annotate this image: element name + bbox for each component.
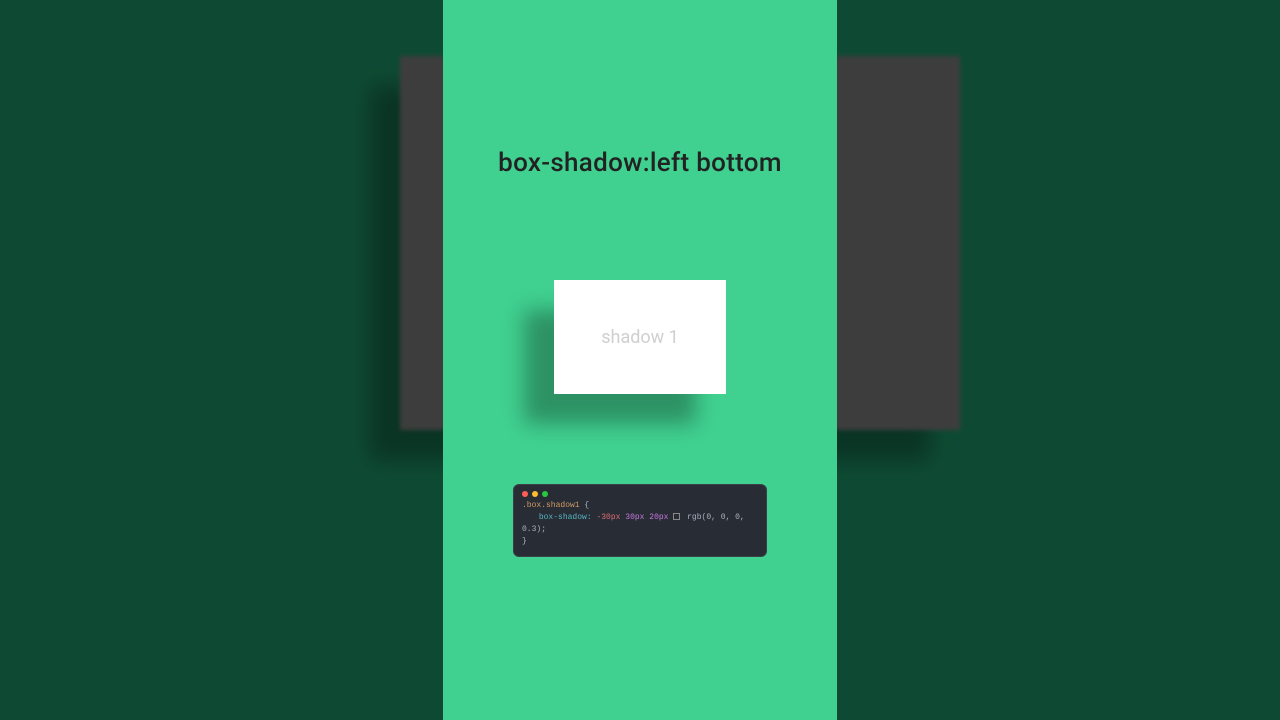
minimize-icon xyxy=(532,491,538,497)
page-title: box-shadow:left bottom xyxy=(498,148,782,178)
code-close-brace: } xyxy=(522,537,527,546)
code-line-2: box-shadow: -30px 30px 20px rgb(0, 0, 0,… xyxy=(522,512,758,536)
color-swatch-icon xyxy=(673,513,680,520)
zoom-icon xyxy=(542,491,548,497)
close-icon xyxy=(522,491,528,497)
code-open-brace: { xyxy=(584,501,589,510)
code-line-3: } xyxy=(522,536,758,548)
code-selector: .box.shadow1 xyxy=(522,501,580,510)
code-card: .box.shadow1 { box-shadow: -30px 30px 20… xyxy=(513,484,767,557)
main-column: box-shadow:left bottom shadow 1 .box.sha… xyxy=(443,0,837,720)
code-offset-x: -30px xyxy=(596,513,620,522)
demo-label: shadow 1 xyxy=(601,327,679,348)
code-blur: 20px xyxy=(649,513,668,522)
window-traffic-lights xyxy=(522,491,758,497)
code-property: box-shadow: xyxy=(539,513,592,522)
code-line-1: .box.shadow1 { xyxy=(522,500,758,512)
demo-shadow-box: shadow 1 xyxy=(554,280,726,394)
code-offset-y: 30px xyxy=(625,513,644,522)
